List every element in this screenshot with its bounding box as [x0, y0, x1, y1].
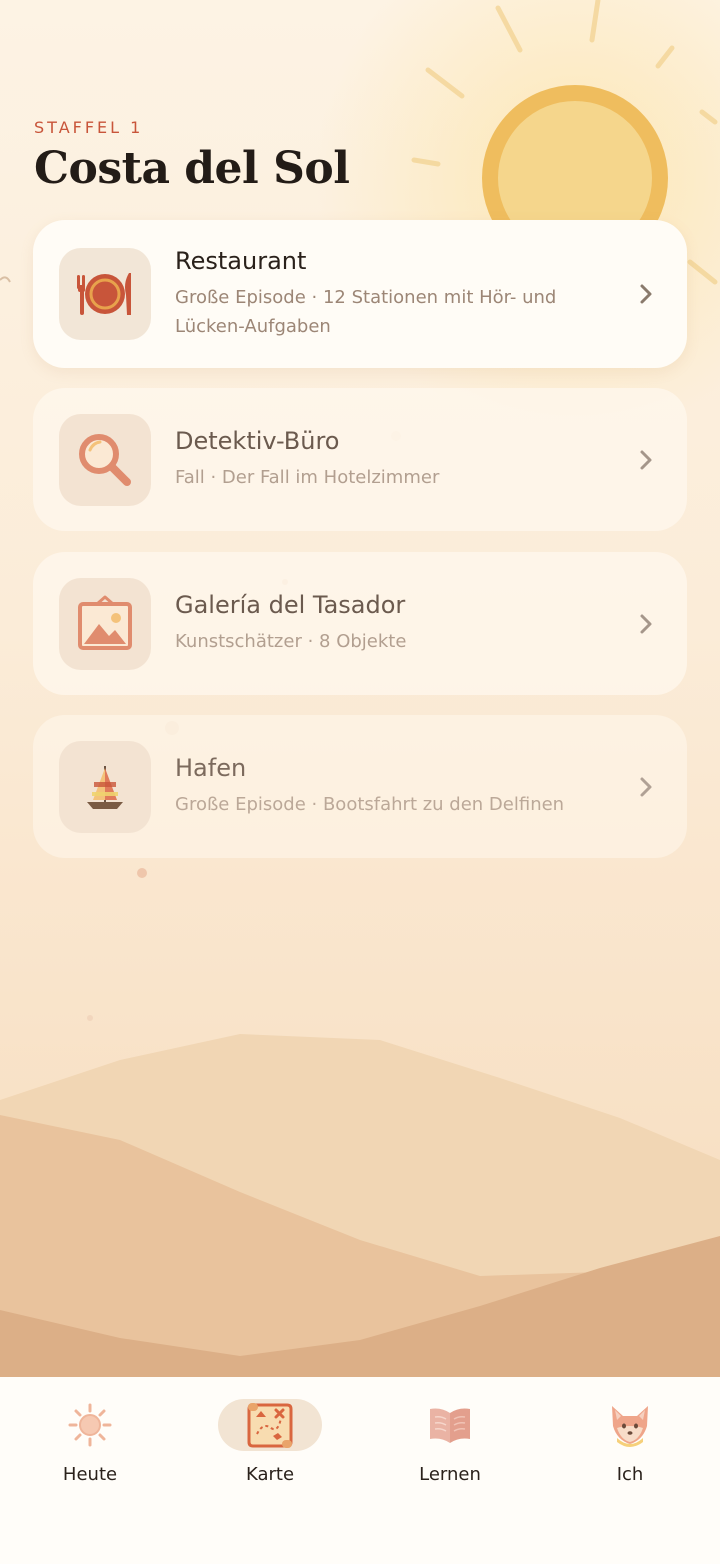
episode-card-galeria[interactable]: Galería del Tasador Kunstschätzer · 8 Ob…: [33, 552, 687, 695]
episode-subtitle: Fall · Der Fall im Hotelzimmer: [175, 467, 440, 488]
episode-title: Galería del Tasador: [175, 591, 406, 619]
nav-label: Karte: [245, 1464, 295, 1485]
episode-title: Restaurant: [175, 247, 307, 275]
chevron-right-icon: [631, 283, 661, 305]
episode-card-detektiv[interactable]: Detektiv-Büro Fall · Der Fall im Hotelzi…: [33, 388, 687, 531]
episode-icon-box: [59, 413, 151, 506]
sailboat-icon: [87, 765, 123, 809]
nav-label: Lernen: [419, 1464, 481, 1485]
app-root: STAFFEL 1 Costa del Sol Restaurant Große…: [0, 0, 720, 1564]
season-label: STAFFEL 1: [34, 118, 144, 137]
episode-subtitle: Große Episode · 12 Stationen mit Hör- un…: [175, 287, 557, 337]
nav-label: Ich: [616, 1464, 644, 1485]
nav-label: Heute: [62, 1464, 118, 1485]
magnifier-icon: [79, 433, 131, 486]
episode-icon-box: [59, 740, 151, 833]
episode-icon-box: [59, 248, 151, 340]
episode-subtitle: Große Episode · Bootsfahrt zu den Delfin…: [175, 794, 565, 815]
sun-icon: [68, 1403, 112, 1447]
chevron-right-icon: [631, 613, 661, 635]
open-book-icon: [430, 1408, 470, 1443]
episode-card-restaurant[interactable]: Restaurant Große Episode · 12 Stationen …: [33, 220, 687, 368]
episode-card-hafen[interactable]: Hafen Große Episode · Bootsfahrt zu den …: [33, 715, 687, 858]
bottom-navigation: Heute Karte Lernen Ich: [0, 1377, 720, 1564]
chevron-right-icon: [631, 449, 661, 471]
episode-subtitle: Kunstschätzer · 8 Objekte: [175, 631, 407, 652]
episode-title: Detektiv-Büro: [175, 427, 340, 455]
nav-item-heute[interactable]: Heute: [30, 1399, 150, 1485]
episode-icon-box: [59, 577, 151, 670]
chevron-right-icon: [631, 776, 661, 798]
treasure-map-icon: [247, 1403, 293, 1448]
season-header: STAFFEL 1 Costa del Sol: [34, 118, 350, 194]
framed-picture-icon: [78, 595, 132, 650]
page-title: Costa del Sol: [34, 143, 350, 194]
nav-item-ich[interactable]: Ich: [570, 1399, 690, 1485]
episode-title: Hafen: [175, 754, 247, 782]
fox-icon: [612, 1406, 648, 1447]
nav-item-lernen[interactable]: Lernen: [390, 1399, 510, 1485]
plate-cutlery-icon: [77, 273, 131, 315]
nav-item-karte[interactable]: Karte: [210, 1399, 330, 1485]
